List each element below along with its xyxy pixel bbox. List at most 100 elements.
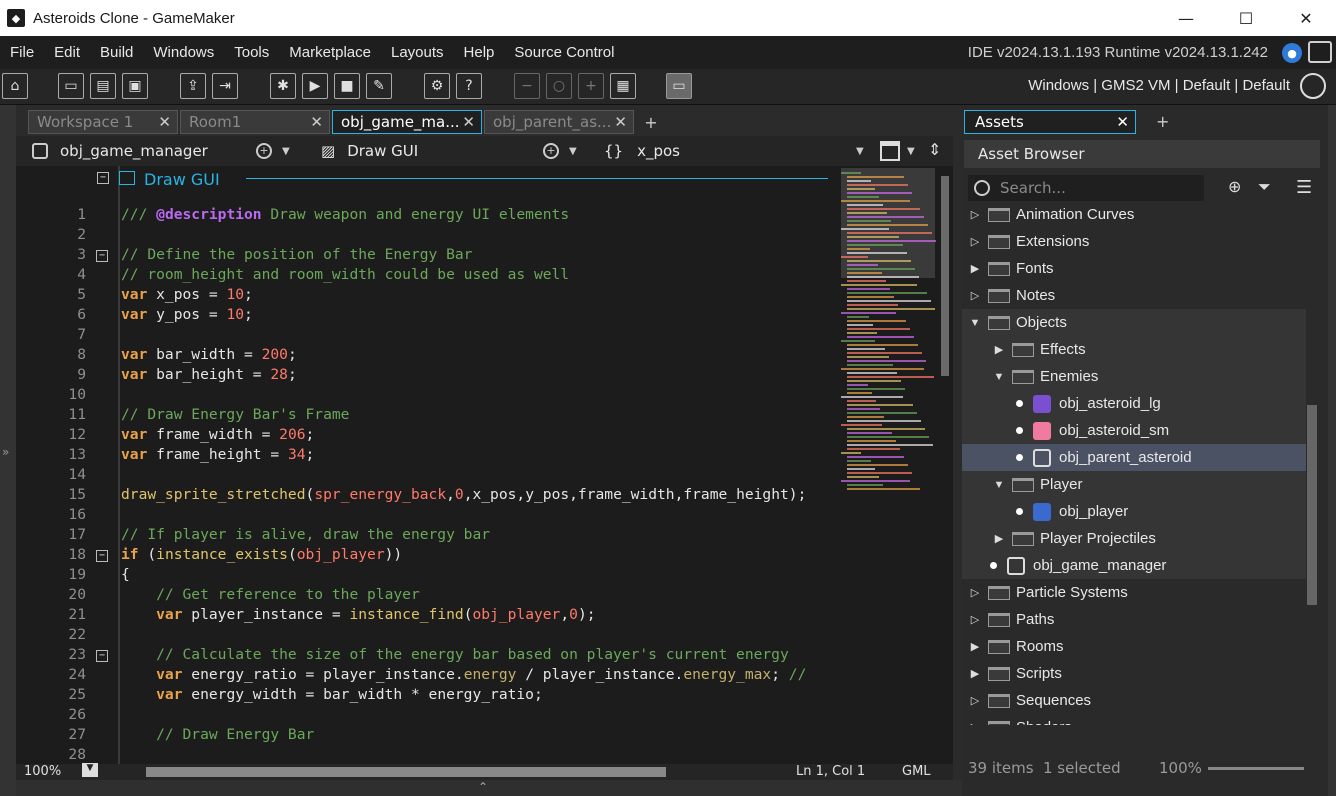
menu-help[interactable]: Help [454, 44, 505, 61]
code-line[interactable]: // Calculate the size of the energy bar … [121, 646, 789, 663]
menu-icon[interactable]: ☰ [1296, 177, 1312, 198]
expand-arrow-icon[interactable]: ▼ [992, 479, 1006, 491]
code-line[interactable]: // Draw Energy Bar [121, 726, 314, 743]
fold-toggle-icon[interactable]: − [96, 250, 108, 262]
stop-icon[interactable]: ■ [334, 73, 360, 99]
event-selector[interactable]: ▨ Draw GUI [321, 139, 418, 163]
zoom-reset-icon[interactable]: ○ [546, 73, 572, 99]
asset-zoom-slider[interactable] [1208, 767, 1304, 770]
menu-source-control[interactable]: Source Control [504, 44, 624, 61]
asset-tree-item[interactable]: ▶ Effects [962, 336, 1306, 363]
expand-arrow-icon[interactable]: ▶ [968, 640, 982, 653]
close-icon[interactable]: ✕ [462, 113, 475, 131]
add-asset-icon[interactable]: ⊕ [1228, 177, 1241, 196]
asset-tree-item[interactable]: ▼ Enemies [962, 363, 1306, 390]
expand-arrow-icon[interactable]: ▷ [968, 613, 982, 626]
code-line[interactable]: /// @description Draw weapon and energy … [121, 206, 569, 223]
code-line[interactable]: var frame_width = 206; [121, 426, 314, 443]
menu-windows[interactable]: Windows [143, 44, 224, 61]
expand-arrow-icon[interactable]: ▶ [992, 532, 1006, 545]
code-line[interactable]: var frame_height = 34; [121, 446, 314, 463]
right-dock-collapse[interactable] [1328, 105, 1336, 796]
asset-tree-item[interactable]: obj_player [962, 498, 1306, 525]
asset-tree-item[interactable]: ▶ Rooms [962, 633, 1306, 660]
tab-assets[interactable]: Assets ✕ [964, 110, 1136, 134]
asset-tree-item[interactable]: ▷ Animation Curves [962, 205, 1306, 228]
expand-arrow-icon[interactable]: ▶ [968, 667, 982, 680]
add-tab-button[interactable]: + [1156, 112, 1169, 131]
asset-tree-item[interactable]: ▷ Notes [962, 282, 1306, 309]
close-button[interactable]: ✕ [1276, 0, 1336, 36]
fold-toggle-icon[interactable]: − [96, 650, 108, 662]
fold-toggle-icon[interactable]: − [97, 172, 109, 184]
asset-tree-item[interactable]: ▷ Shaders [962, 714, 1306, 725]
menu-file[interactable]: File [0, 44, 44, 61]
build-target[interactable]: Windows | GMS2 VM | Default | Default [1028, 77, 1290, 94]
target-icon[interactable] [1300, 73, 1326, 99]
home-icon[interactable]: ⌂ [2, 73, 28, 99]
expand-arrow-icon[interactable]: ▶ [992, 343, 1006, 356]
chevron-down-icon[interactable]: ▼ [282, 146, 290, 157]
code-line[interactable]: // Draw Energy Bar's Frame [121, 406, 349, 423]
asset-search-input[interactable]: Search... [968, 175, 1204, 201]
code-line[interactable]: draw_sprite_stretched(spr_energy_back,0,… [121, 486, 806, 503]
asset-tree-item[interactable]: ▶ Scripts [962, 660, 1306, 687]
close-icon[interactable]: ✕ [614, 113, 627, 131]
fold-toggle-icon[interactable]: − [96, 550, 108, 562]
debug-icon[interactable]: ✱ [270, 73, 296, 99]
new-project-icon[interactable]: ▭ [58, 73, 84, 99]
expand-arrow-icon[interactable]: ▷ [968, 721, 982, 725]
tab-room1[interactable]: Room1 ✕ [180, 110, 330, 134]
window-mode-icon[interactable] [880, 141, 900, 161]
expand-up-icon[interactable]: ⌃ [478, 780, 488, 794]
code-line[interactable]: var player_instance = instance_find(obj_… [121, 606, 595, 623]
create-executable-icon[interactable]: ⇥ [212, 73, 238, 99]
asset-tree-item[interactable]: ▶ Player Projectiles [962, 525, 1306, 552]
asset-tree-item[interactable]: ▼ Objects [962, 309, 1306, 336]
expand-arrow-icon[interactable]: ▷ [968, 289, 982, 302]
code-area[interactable]: − Draw GUI 1 /// @description Draw weapon… [16, 166, 836, 764]
zoom-level[interactable]: 100% [24, 764, 61, 779]
object-selector[interactable]: obj_game_manager [32, 139, 208, 163]
menu-tools[interactable]: Tools [224, 44, 279, 61]
help-icon[interactable]: ? [456, 73, 482, 99]
asset-tree-item[interactable]: ▷ Paths [962, 606, 1306, 633]
asset-tree-item[interactable]: obj_game_manager [962, 552, 1306, 579]
code-line[interactable]: var bar_width = 200; [121, 346, 297, 363]
code-line[interactable]: var x_pos = 10; [121, 286, 253, 303]
close-icon[interactable]: ✕ [1116, 113, 1129, 131]
expand-arrow-icon[interactable]: ▼ [968, 317, 982, 329]
code-line[interactable]: if (instance_exists(obj_player)) [121, 546, 402, 563]
chat-icon[interactable] [1308, 41, 1332, 63]
code-line[interactable]: var y_pos = 10; [121, 306, 253, 323]
code-line[interactable]: // room_height and room_width could be u… [121, 266, 569, 283]
code-line[interactable]: var energy_ratio = player_instance.energ… [121, 666, 806, 683]
menu-build[interactable]: Build [90, 44, 143, 61]
left-dock-collapse[interactable]: » [0, 105, 16, 796]
expand-arrow-icon[interactable]: ▷ [968, 208, 982, 221]
menu-layouts[interactable]: Layouts [381, 44, 454, 61]
save-icon[interactable]: ▣ [122, 73, 148, 99]
asset-tree-item[interactable]: ▷ Sequences [962, 687, 1306, 714]
zoom-out-icon[interactable]: − [514, 73, 540, 99]
expand-arrow-icon[interactable]: ▷ [968, 586, 982, 599]
horizontal-scrollbar[interactable] [146, 767, 666, 777]
fit-view-icon[interactable]: ▦ [610, 73, 636, 99]
add-object-icon[interactable]: + [256, 143, 272, 159]
code-line[interactable]: var bar_height = 28; [121, 366, 297, 383]
code-line[interactable]: // If player is alive, draw the energy b… [121, 526, 490, 543]
close-icon[interactable]: ✕ [158, 113, 171, 131]
code-line[interactable]: // Get reference to the player [121, 586, 420, 603]
menu-edit[interactable]: Edit [44, 44, 90, 61]
code-line[interactable]: // Define the position of the Energy Bar [121, 246, 472, 263]
chevron-down-icon[interactable]: ▼ [856, 146, 864, 157]
close-icon[interactable]: ✕ [310, 113, 323, 131]
code-line[interactable]: { [121, 566, 130, 583]
tab-workspace[interactable]: Workspace 1 ✕ [28, 110, 178, 134]
asset-tree-item[interactable]: ▼ Player [962, 471, 1306, 498]
settings-gear-icon[interactable]: ⚙ [424, 73, 450, 99]
vertical-scrollbar[interactable] [941, 176, 949, 376]
asset-tree-item[interactable]: obj_asteroid_sm [962, 417, 1306, 444]
asset-tree-item[interactable]: ▷ Extensions [962, 228, 1306, 255]
user-avatar-icon[interactable]: ● [1282, 43, 1302, 63]
